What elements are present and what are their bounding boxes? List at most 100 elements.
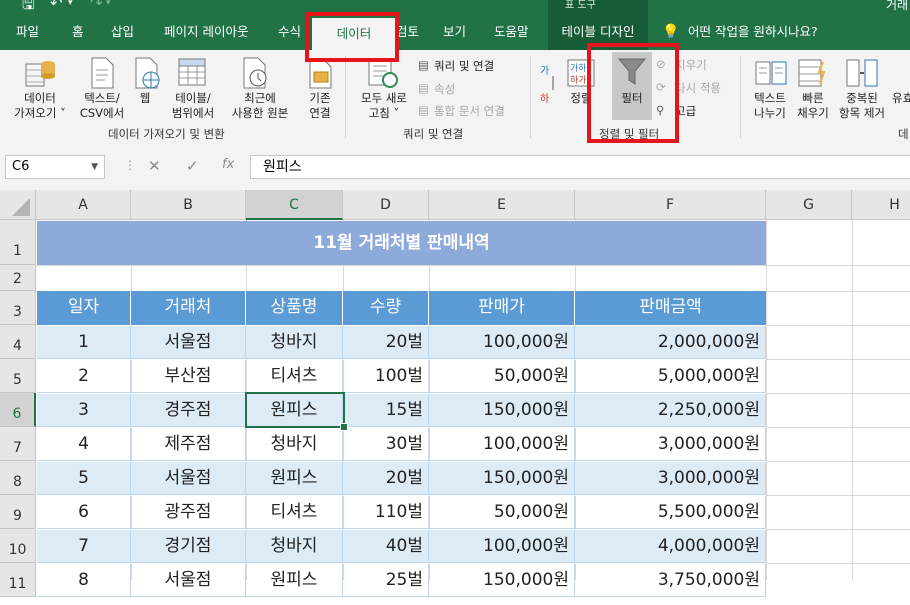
recent-sources-button[interactable]: 최근에 사용한 원본 [226, 91, 294, 121]
header-cell-customer[interactable]: 거래처 [131, 291, 246, 325]
table-cell-customer[interactable]: 경기점 [131, 530, 246, 563]
table-cell-amount[interactable]: 3,000,000원 [575, 462, 766, 495]
table-cell-amount[interactable]: 5,000,000원 [575, 360, 766, 393]
row-header-6[interactable]: 6 [0, 393, 36, 427]
table-cell-price[interactable]: 50,000원 [429, 496, 575, 529]
text-to-columns-button[interactable]: 텍스트 나누기 [748, 91, 792, 121]
table-cell-date[interactable]: 5 [37, 462, 131, 495]
sheet-title-cell[interactable]: 11월 거래처별 판매내역 [37, 221, 766, 265]
table-cell-product[interactable]: 청바지 [246, 326, 343, 359]
table-cell-price[interactable]: 150,000원 [429, 394, 575, 427]
column-header-c[interactable]: C [246, 190, 343, 220]
column-header-g[interactable]: G [766, 190, 852, 220]
header-cell-date[interactable]: 일자 [37, 291, 131, 325]
row-header-4[interactable]: 4 [0, 325, 36, 359]
table-cell-customer[interactable]: 제주점 [131, 428, 246, 461]
table-cell-product[interactable]: 원피스 [246, 462, 343, 495]
existing-connections-button[interactable]: 기존 연결 [302, 91, 338, 121]
redo-dropdown-icon[interactable]: ▾ [106, 0, 111, 8]
save-icon[interactable]: 🖫 [22, 0, 35, 14]
table-cell-quantity[interactable]: 40벌 [343, 530, 429, 563]
table-cell-price[interactable]: 100,000원 [429, 530, 575, 563]
tab-formulas[interactable]: 수식 [278, 14, 301, 50]
remove-duplicates-button[interactable]: 중복된 항목 제거 [834, 91, 890, 121]
table-cell-quantity[interactable]: 100벌 [343, 360, 429, 393]
refresh-all-button[interactable]: 모두 새로 고침 ˅ [355, 91, 413, 121]
header-cell-amount[interactable]: 판매금액 [575, 291, 766, 325]
name-box[interactable]: C6 ▼ [5, 155, 105, 179]
cancel-icon[interactable]: ✕ [148, 157, 161, 175]
table-cell-quantity[interactable]: 25벌 [343, 564, 429, 597]
header-cell-quantity[interactable]: 수량 [343, 291, 429, 325]
table-cell-amount[interactable]: 3,750,000원 [575, 564, 766, 597]
table-cell-customer[interactable]: 경주점 [131, 394, 246, 427]
table-cell-date[interactable]: 1 [37, 326, 131, 359]
table-range-button[interactable]: 테이블/ 범위에서 [163, 91, 223, 121]
row-header-9[interactable]: 9 [0, 495, 36, 529]
clear-button[interactable]: 지우기 [675, 57, 707, 73]
table-cell-customer[interactable]: 서울점 [131, 462, 246, 495]
row-header-5[interactable]: 5 [0, 359, 36, 393]
column-header-e[interactable]: E [429, 190, 575, 220]
table-cell-quantity[interactable]: 110벌 [343, 496, 429, 529]
table-cell-quantity[interactable]: 20벌 [343, 326, 429, 359]
row-header-2[interactable]: 2 [0, 265, 36, 291]
table-cell-product[interactable]: 원피스 [246, 564, 343, 597]
column-header-f[interactable]: F [575, 190, 766, 220]
table-cell-price[interactable]: 50,000원 [429, 360, 575, 393]
column-header-b[interactable]: B [131, 190, 246, 220]
tab-insert[interactable]: 삽입 [111, 14, 134, 50]
table-cell-product[interactable]: 청바지 [246, 428, 343, 461]
tab-review[interactable]: 검토 [396, 14, 419, 50]
row-header-8[interactable]: 8 [0, 461, 36, 495]
column-header-d[interactable]: D [343, 190, 429, 220]
formula-input[interactable]: 원피스 [250, 155, 910, 179]
table-cell-product[interactable]: 티셔츠 [246, 496, 343, 529]
undo-dropdown-icon[interactable]: ▾ [68, 0, 73, 8]
column-header-a[interactable]: A [36, 190, 131, 220]
row-header-10[interactable]: 10 [0, 529, 36, 563]
table-cell-price[interactable]: 100,000원 [429, 326, 575, 359]
insert-function-icon[interactable]: fx [222, 157, 234, 172]
tab-view[interactable]: 보기 [443, 14, 466, 50]
get-data-button[interactable]: 데이터 가져오기 ˅ [8, 91, 72, 121]
header-cell-price[interactable]: 판매가 [429, 291, 575, 325]
table-cell-date[interactable]: 3 [37, 394, 131, 427]
undo-icon[interactable]: ↶ [50, 0, 63, 12]
text-csv-button[interactable]: 텍스트/ CSV에서 [74, 91, 130, 121]
tell-me-search[interactable]: 어떤 작업을 원하시나요? [688, 14, 818, 50]
web-button[interactable]: 웹 [130, 91, 160, 106]
row-header-1[interactable]: 1 [0, 220, 36, 265]
edit-links-button[interactable]: 통합 문서 연결 [434, 103, 505, 119]
tab-page-layout[interactable]: 페이지 레이아웃 [164, 14, 248, 50]
tab-home[interactable]: 홈 [72, 14, 84, 50]
table-cell-customer[interactable]: 서울점 [131, 326, 246, 359]
tab-help[interactable]: 도움말 [494, 14, 529, 50]
redo-icon[interactable]: ↷ [90, 0, 103, 12]
queries-connections-button[interactable]: 쿼리 및 연결 [434, 58, 494, 74]
table-cell-amount[interactable]: 5,500,000원 [575, 496, 766, 529]
table-cell-quantity[interactable]: 20벌 [343, 462, 429, 495]
table-cell-price[interactable]: 100,000원 [429, 428, 575, 461]
row-header-11[interactable]: 11 [0, 563, 36, 597]
properties-button[interactable]: 속성 [434, 81, 455, 97]
select-all-corner[interactable] [0, 190, 36, 220]
table-cell-amount[interactable]: 3,000,000원 [575, 428, 766, 461]
tab-file[interactable]: 파일 [16, 14, 39, 50]
table-cell-date[interactable]: 6 [37, 496, 131, 529]
fill-handle[interactable] [340, 423, 348, 431]
table-cell-price[interactable]: 150,000원 [429, 564, 575, 597]
header-cell-product[interactable]: 상품명 [246, 291, 343, 325]
table-cell-price[interactable]: 150,000원 [429, 462, 575, 495]
row-header-3[interactable]: 3 [0, 291, 36, 325]
flash-fill-button[interactable]: 빠른 채우기 [791, 91, 835, 121]
table-cell-quantity[interactable]: 30벌 [343, 428, 429, 461]
table-cell-customer[interactable]: 부산점 [131, 360, 246, 393]
reapply-button[interactable]: 다시 적용 [675, 80, 721, 96]
table-cell-product[interactable]: 청바지 [246, 530, 343, 563]
table-cell-product[interactable]: 티셔츠 [246, 360, 343, 393]
table-cell-date[interactable]: 4 [37, 428, 131, 461]
table-cell-date[interactable]: 2 [37, 360, 131, 393]
table-cell-customer[interactable]: 광주점 [131, 496, 246, 529]
table-cell-customer[interactable]: 서울점 [131, 564, 246, 597]
